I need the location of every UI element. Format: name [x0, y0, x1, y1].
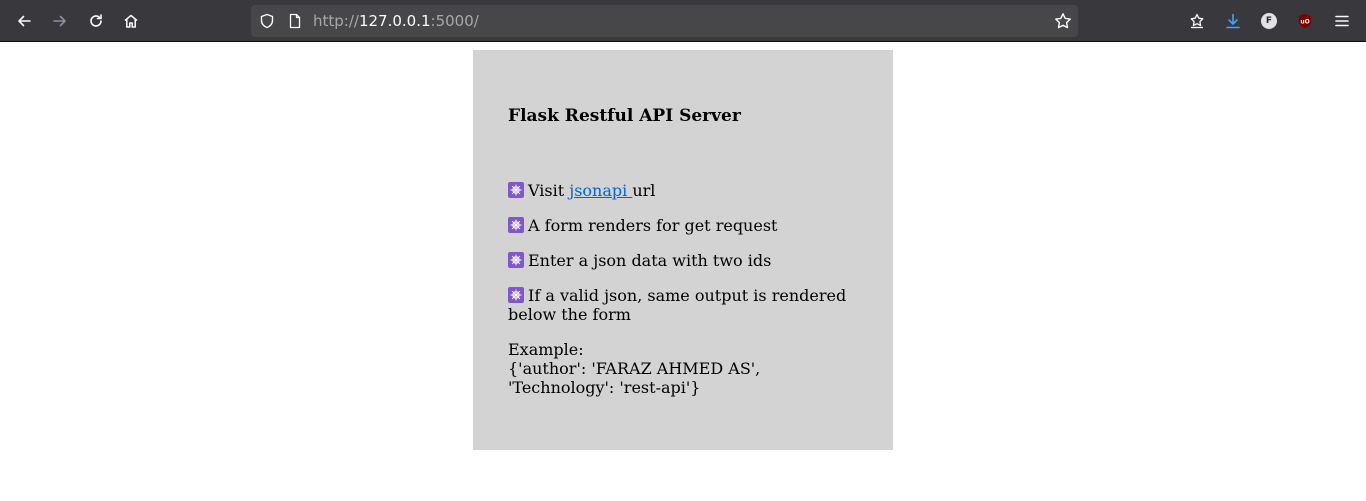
- list-item: Enter a json data with two ids: [508, 251, 858, 270]
- ship-wheel-icon: [508, 182, 524, 198]
- ship-wheel-icon: [508, 217, 524, 233]
- item-json-text: Enter a json data with two ids: [528, 251, 772, 270]
- reload-button[interactable]: [84, 9, 108, 33]
- home-button[interactable]: [119, 9, 143, 33]
- item-visit-prefix: Visit: [528, 181, 570, 200]
- item-form-text: A form renders for get request: [528, 216, 778, 235]
- pocket-icon: [1190, 13, 1204, 29]
- jsonapi-link[interactable]: jsonapi: [569, 181, 632, 200]
- menu-button[interactable]: [1330, 9, 1354, 33]
- list-item: If a valid json, same output is rendered…: [508, 286, 858, 324]
- list-item: Visit jsonapi url: [508, 181, 858, 200]
- account-button[interactable]: F: [1257, 9, 1281, 33]
- back-button[interactable]: [12, 9, 36, 33]
- downloads-button[interactable]: [1221, 9, 1245, 33]
- example-label: Example:: [508, 340, 584, 359]
- reload-icon: [90, 14, 102, 27]
- page-icon[interactable]: [287, 13, 303, 29]
- example-value: {'author': 'FARAZ AHMED AS', 'Technology…: [508, 359, 761, 397]
- content-card: Flask Restful API Server Visit jsonapi u…: [473, 50, 893, 450]
- ship-wheel-icon: [508, 252, 524, 268]
- ublock-button[interactable]: uO: [1293, 9, 1317, 33]
- url-text[interactable]: http://127.0.0.1:5000/: [313, 12, 479, 30]
- item-valid-json-text: If a valid json, same output is rendered…: [508, 286, 847, 324]
- bookmark-star-icon[interactable]: [1054, 12, 1072, 30]
- list-item: A form renders for get request: [508, 216, 858, 235]
- item-visit-suffix: url: [632, 181, 656, 200]
- menu-icon: [1335, 15, 1349, 27]
- ship-wheel-icon: [508, 287, 524, 303]
- back-icon: [18, 15, 31, 27]
- forward-icon: [53, 15, 66, 27]
- pocket-button[interactable]: [1185, 9, 1209, 33]
- url-bar[interactable]: http://127.0.0.1:5000/: [251, 5, 1078, 37]
- ublock-icon: uO: [1299, 14, 1311, 28]
- browser-toolbar: http://127.0.0.1:5000/ F uO: [0, 0, 1366, 42]
- shield-icon[interactable]: [259, 13, 275, 29]
- forward-button[interactable]: [48, 9, 72, 33]
- firefox-account-icon: F: [1261, 13, 1277, 29]
- svg-text:uO: uO: [1300, 19, 1309, 26]
- url-scheme: http://: [313, 12, 359, 30]
- page-title: Flask Restful API Server: [508, 106, 741, 126]
- download-icon: [1226, 13, 1240, 29]
- url-host: 127.0.0.1: [358, 12, 431, 30]
- example-block: Example: {'author': 'FARAZ AHMED AS', 'T…: [508, 340, 858, 397]
- url-port: :5000/: [430, 12, 479, 30]
- home-icon: [124, 14, 138, 28]
